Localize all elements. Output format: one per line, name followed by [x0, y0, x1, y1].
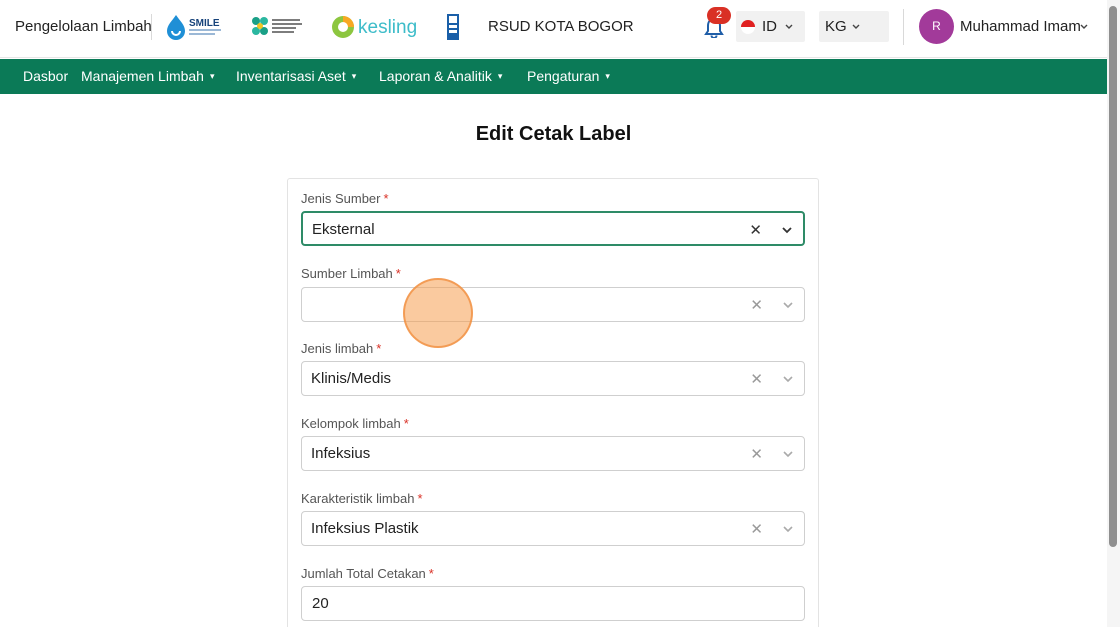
smile-logo: SMILE [166, 13, 224, 41]
jenis-sumber-select[interactable]: Eksternal ✕ [301, 211, 805, 246]
kesling-logo: kesling [331, 12, 423, 42]
avatar[interactable]: R [919, 9, 954, 44]
chevron-down-icon: ▾ [351, 71, 357, 81]
jenis-sumber-value: Eksternal [312, 221, 375, 238]
chevron-down-icon: ▾ [497, 71, 503, 81]
click-indicator [403, 278, 473, 348]
jenis-limbah-select[interactable]: Klinis/Medis ✕ [301, 361, 805, 396]
jenis-limbah-label: Jenis limbah * [301, 341, 382, 356]
unit-value: KG [825, 18, 847, 35]
language-selector[interactable]: ID [736, 11, 805, 42]
karakteristik-limbah-value: Infeksius Plastik [311, 520, 419, 537]
sumber-limbah-label: Sumber Limbah * [301, 266, 401, 281]
hospital-name: RSUD KOTA BOGOR [488, 18, 634, 35]
chevron-down-icon[interactable] [782, 448, 794, 460]
kelompok-limbah-label: Kelompok limbah * [301, 416, 409, 431]
clear-icon[interactable]: ✕ [750, 370, 763, 388]
chevron-down-icon: ▾ [605, 71, 610, 81]
nav-pengaturan[interactable]: Pengaturan ▾ [527, 68, 610, 84]
chevron-down-icon: ▾ [209, 71, 215, 81]
unit-selector[interactable]: KG [819, 11, 889, 42]
nav-inventarisasi-aset[interactable]: Inventarisasi Aset ▾ [236, 68, 356, 84]
nav-laporan-analitik[interactable]: Laporan & Analitik ▾ [379, 68, 502, 84]
jumlah-total-cetakan-input[interactable] [312, 595, 792, 612]
jumlah-total-cetakan-label: Jumlah Total Cetakan * [301, 566, 434, 581]
sumber-limbah-select[interactable]: ✕ [301, 287, 805, 322]
jenis-limbah-value: Klinis/Medis [311, 370, 392, 387]
header-divider [903, 9, 904, 45]
chevron-down-icon[interactable] [782, 523, 794, 535]
notification-count-badge: 2 [707, 7, 731, 24]
kelompok-limbah-select[interactable]: Infeksius ✕ [301, 436, 805, 471]
clear-icon[interactable]: ✕ [750, 520, 763, 538]
nav-dasbor[interactable]: Dasbor [23, 68, 68, 84]
main-nav: Dasbor Manajemen Limbah ▾ Inventarisasi A… [0, 59, 1107, 94]
chevron-down-icon[interactable] [782, 373, 794, 385]
user-name[interactable]: Muhammad Imam [960, 18, 1081, 35]
kesling-logo-text: kesling [358, 17, 417, 38]
undp-logo [447, 14, 459, 40]
chevron-down-icon [852, 24, 860, 29]
kemenkes-logo [248, 13, 306, 41]
clear-icon[interactable]: ✕ [750, 296, 763, 314]
nav-manajemen-limbah[interactable]: Manajemen Limbah ▾ [81, 68, 215, 84]
kelompok-limbah-value: Infeksius [311, 445, 371, 462]
user-menu-chevron-icon[interactable] [1079, 22, 1089, 32]
karakteristik-limbah-label: Karakteristik limbah * [301, 491, 423, 506]
chevron-down-icon[interactable] [782, 299, 794, 311]
karakteristik-limbah-select[interactable]: Infeksius Plastik ✕ [301, 511, 805, 546]
page-scrollbar-thumb[interactable] [1109, 6, 1117, 547]
clear-icon[interactable]: ✕ [750, 445, 763, 463]
header-divider [151, 14, 152, 40]
jenis-sumber-label: Jenis Sumber * [301, 191, 389, 206]
app-brand[interactable]: Pengelolaan Limbah [15, 18, 152, 35]
smile-logo-text: SMILE [189, 18, 220, 29]
chevron-down-icon [785, 24, 793, 29]
jumlah-total-cetakan-field[interactable] [301, 586, 805, 621]
indonesia-flag-icon [741, 20, 755, 34]
page-title: Edit Cetak Label [475, 123, 632, 145]
language-value: ID [762, 18, 777, 35]
chevron-down-icon[interactable] [781, 224, 793, 236]
clear-icon[interactable]: ✕ [749, 221, 762, 239]
